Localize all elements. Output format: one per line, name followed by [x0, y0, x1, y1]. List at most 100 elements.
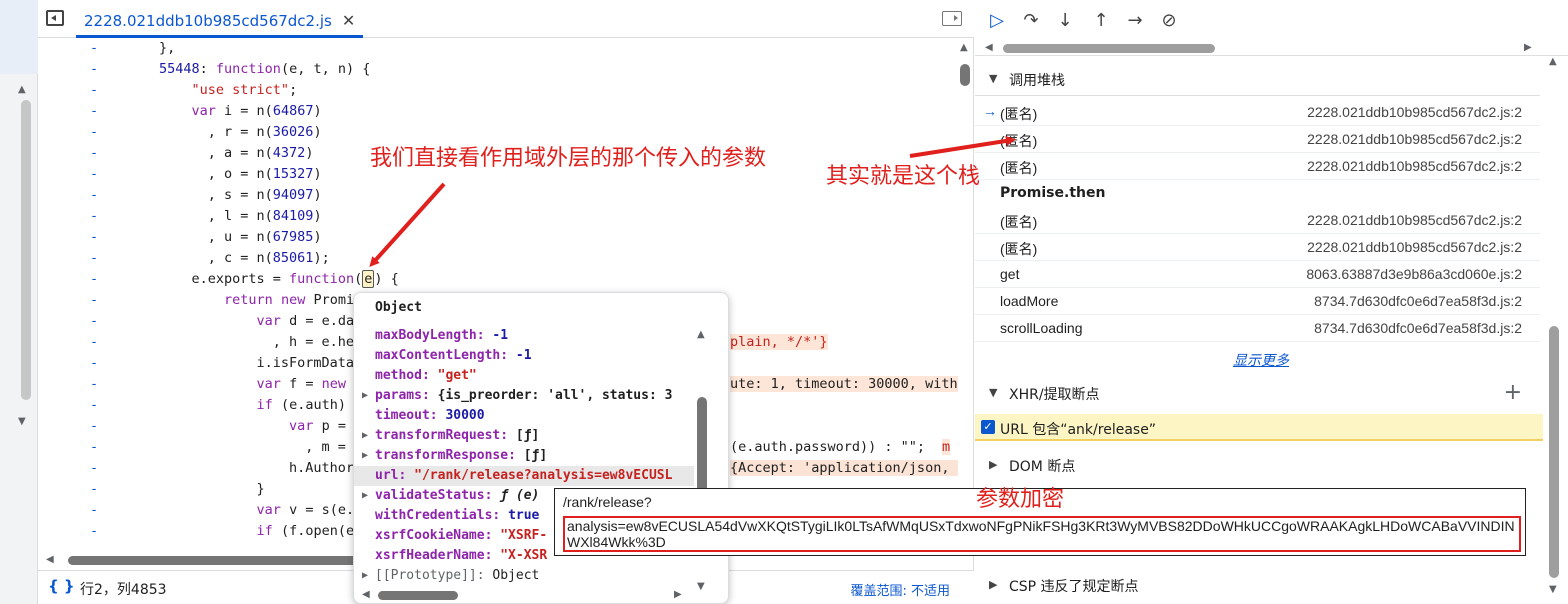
call-frame[interactable]: loadMore 8734.7d630dfc0e6d7ea58f3d.js:2 — [975, 288, 1540, 315]
scroll-right-icon[interactable]: ▶ — [674, 589, 682, 600]
xhr-breakpoints-header[interactable]: ▼ XHR/提取断点 + — [975, 376, 1540, 410]
property-row-maxbodylength[interactable]: maxBodyLength: -1 — [354, 326, 694, 346]
popover-horizontal-scrollbar[interactable]: ◀ ▶ — [354, 589, 728, 603]
code-hscroll-thumb[interactable] — [68, 556, 358, 565]
scroll-up-icon[interactable]: ▲ — [960, 42, 968, 53]
step-out-icon[interactable]: ↑ — [1089, 10, 1113, 32]
line-gutter-marker[interactable]: - — [90, 59, 100, 80]
xhr-breakpoints-title: XHR/提取断点 — [1009, 387, 1100, 403]
code-vertical-scrollbar[interactable]: ▲ ▼ — [956, 38, 974, 560]
step-icon[interactable]: → — [1123, 10, 1147, 32]
resume-icon[interactable]: ▷ — [985, 10, 1009, 32]
scroll-down-icon[interactable]: ▼ — [1549, 584, 1557, 595]
show-more-link[interactable]: 显示更多 — [1233, 350, 1289, 370]
line-gutter-marker[interactable]: - — [90, 311, 100, 332]
scroll-left-icon[interactable]: ◀ — [362, 589, 370, 600]
debugger-hscroll-thumb[interactable] — [1003, 44, 1215, 53]
expand-triangle-icon[interactable]: ▶ — [362, 426, 368, 446]
expand-triangle-icon[interactable]: ▶ — [362, 486, 368, 506]
line-gutter-marker[interactable]: - — [90, 164, 100, 185]
step-into-icon[interactable]: ↓ — [1053, 10, 1077, 32]
file-tab[interactable]: 2228.021ddb10b985cd567dc2.js ✕ — [76, 0, 364, 38]
line-gutter-marker[interactable]: - — [90, 101, 100, 122]
line-gutter-marker[interactable]: - — [90, 416, 100, 437]
scroll-down-icon[interactable]: ▼ — [18, 416, 26, 427]
line-gutter-marker[interactable]: - — [90, 227, 100, 248]
code-line: - , l = n(84109) — [38, 206, 958, 227]
line-gutter-marker[interactable]: - — [90, 248, 100, 269]
expand-triangle-icon[interactable]: ▶ — [362, 566, 368, 586]
line-gutter-marker[interactable]: - — [90, 500, 100, 521]
line-gutter-marker[interactable]: - — [90, 122, 100, 143]
frame-location: 2228.021ddb10b985cd567dc2.js:2 — [1307, 158, 1522, 174]
call-frame[interactable]: (匿名) 2228.021ddb10b985cd567dc2.js:2 — [975, 234, 1540, 261]
property-row-transformresponse[interactable]: ▶ transformResponse: [ƒ] — [354, 446, 694, 466]
line-gutter-marker[interactable]: - — [90, 353, 100, 374]
debugger-vertical-scrollbar[interactable]: ▲ ▼ — [1546, 56, 1562, 604]
call-frame[interactable]: scrollLoading 8734.7d630dfc0e6d7ea58f3d.j… — [975, 315, 1540, 342]
dom-breakpoints-header[interactable]: ▶ DOM 断点 — [975, 448, 1540, 482]
scroll-left-icon[interactable]: ◀ — [46, 554, 54, 565]
scroll-up-icon[interactable]: ▲ — [18, 84, 26, 95]
code-text: var f = new — [256, 376, 346, 392]
scroll-up-icon[interactable]: ▲ — [697, 329, 705, 340]
expand-triangle-icon[interactable]: ▶ — [362, 446, 368, 466]
line-gutter-marker[interactable]: - — [90, 80, 100, 101]
step-over-icon[interactable]: ↷ — [1019, 10, 1043, 32]
line-gutter-marker[interactable]: - — [90, 521, 100, 542]
property-row-url[interactable]: url: "/rank/release?analysis=ew8vECUSL — [354, 466, 694, 486]
line-gutter-marker[interactable]: - — [90, 269, 100, 290]
close-tab-icon[interactable]: ✕ — [342, 11, 355, 30]
property-row-params[interactable]: ▶ params: {is_preorder: 'all', status: 3 — [354, 386, 694, 406]
line-gutter-marker[interactable]: - — [90, 290, 100, 311]
line-gutter-marker[interactable]: - — [90, 206, 100, 227]
property-row-maxcontentlength[interactable]: maxContentLength: -1 — [354, 346, 694, 366]
debugger-horizontal-scrollbar[interactable]: ◀ ▶ — [975, 42, 1568, 56]
code-text: if (f.open(e — [256, 523, 355, 539]
call-stack-header[interactable]: ▼ 调用堆栈 — [975, 62, 1540, 96]
property-row-prototype[interactable]: ▶ [[Prototype]]: Object — [354, 566, 694, 586]
xhr-breakpoint-item[interactable]: ✓ URL 包含“ank/release” — [975, 414, 1543, 441]
code-line: - , u = n(67985) — [38, 227, 958, 248]
line-gutter-marker[interactable]: - — [90, 332, 100, 353]
call-frame[interactable]: (匿名) 2228.021ddb10b985cd567dc2.js:2 — [975, 126, 1540, 153]
call-frame[interactable]: (匿名) 2228.021ddb10b985cd567dc2.js:2 — [975, 207, 1540, 234]
property-row-method[interactable]: method: "get" — [354, 366, 694, 386]
popover-hscroll-thumb[interactable] — [378, 591, 458, 600]
line-gutter-marker[interactable]: - — [90, 395, 100, 416]
expand-triangle-icon[interactable]: ▶ — [362, 386, 368, 406]
popover-vertical-scrollbar[interactable]: ▲ ▼ — [694, 327, 708, 597]
debugger-vscroll-thumb[interactable] — [1549, 326, 1559, 578]
toggle-debugger-icon[interactable] — [942, 11, 962, 26]
code-text: var v = s(e. — [256, 502, 355, 518]
url-query-highlight: analysis=ew8vECUSLA54dVwXKQtSTygiLIk0LTs… — [563, 516, 1521, 552]
code-text: , m = — [159, 439, 346, 455]
deactivate-breakpoints-icon[interactable]: ⊘ — [1157, 10, 1181, 32]
call-frame[interactable]: → (匿名) 2228.021ddb10b985cd567dc2.js:2 — [975, 99, 1540, 126]
line-gutter-marker[interactable]: - — [90, 458, 100, 479]
line-gutter-marker[interactable]: - — [90, 143, 100, 164]
property-separator: : — [484, 488, 501, 503]
property-separator: : — [476, 328, 493, 343]
line-gutter-marker[interactable]: - — [90, 38, 100, 59]
property-row-transformrequest[interactable]: ▶ transformRequest: [ƒ] — [354, 426, 694, 446]
breakpoint-checkbox[interactable]: ✓ — [981, 420, 995, 434]
line-gutter-marker[interactable]: - — [90, 479, 100, 500]
call-frame[interactable]: get 8063.63887d3e9b86a3cd060e.js:2 — [975, 261, 1540, 288]
toggle-navigator-icon[interactable] — [46, 10, 64, 26]
scroll-up-icon[interactable]: ▲ — [1549, 56, 1557, 67]
call-frame[interactable]: (匿名) 2228.021ddb10b985cd567dc2.js:2 — [975, 153, 1540, 180]
property-value: [ƒ] — [515, 428, 540, 443]
pretty-print-button[interactable]: { } — [48, 577, 75, 595]
csp-breakpoints-header[interactable]: ▶ CSP 违反了规定断点 — [975, 568, 1540, 602]
coverage-status[interactable]: 覆盖范围: 不适用 — [850, 580, 950, 599]
code-vscroll-thumb[interactable] — [960, 64, 970, 86]
line-gutter-marker[interactable]: - — [90, 185, 100, 206]
line-gutter-marker[interactable]: - — [90, 374, 100, 395]
left-scroll-thumb[interactable] — [21, 100, 31, 400]
property-row-timeout[interactable]: timeout: 30000 — [354, 406, 694, 426]
scroll-left-icon[interactable]: ◀ — [985, 42, 993, 53]
scroll-right-icon[interactable]: ▶ — [1524, 42, 1532, 53]
line-gutter-marker[interactable]: - — [90, 437, 100, 458]
add-breakpoint-icon[interactable]: + — [1504, 380, 1522, 405]
